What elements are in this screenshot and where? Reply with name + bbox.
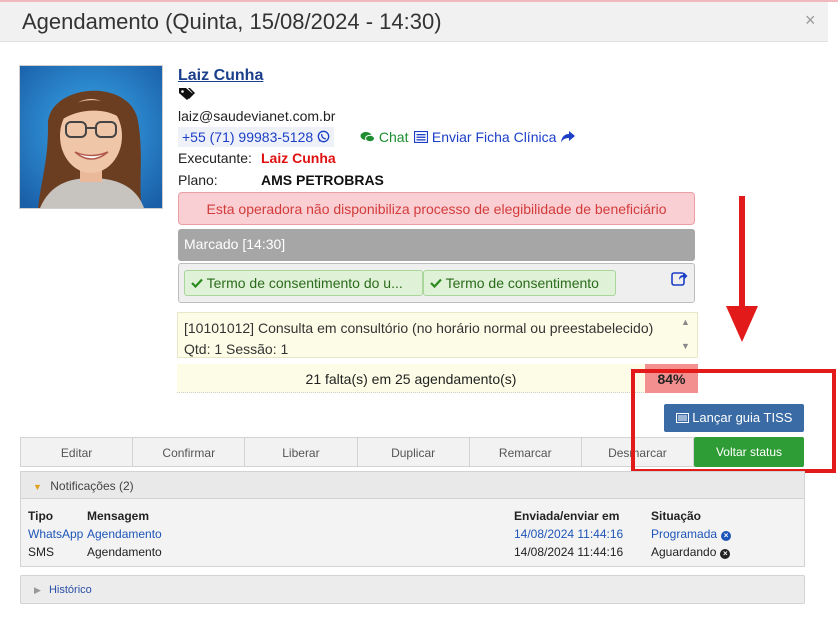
consent-terms-panel: Termo de consentimento do u... Termo de … (178, 263, 695, 303)
row2-tipo: SMS (28, 545, 55, 559)
remarcar-button[interactable]: Remarcar (470, 438, 582, 466)
tags-icon[interactable] (178, 87, 196, 106)
caret-down-icon: ▼ (33, 482, 42, 492)
patient-email: laiz@saudevianet.com.br (178, 108, 336, 124)
col-tipo: Tipo (28, 509, 54, 523)
row1-situacao: Programada × (651, 527, 732, 541)
scroll-up-icon[interactable]: ▲ (681, 317, 690, 327)
duplicar-button[interactable]: Duplicar (358, 438, 470, 466)
modal-header: Agendamento (Quinta, 15/08/2024 - 14:30)… (0, 2, 828, 42)
row2-enviada: 14/08/2024 11:44:16 (514, 545, 624, 559)
list-icon (413, 129, 432, 145)
col-mensagem: Mensagem (87, 509, 150, 523)
attendance-text: 21 falta(s) em 25 agendamento(s) (305, 371, 517, 387)
history-title[interactable]: Histórico (49, 584, 92, 596)
procedure-box: [10101012] Consulta em consultório (no h… (177, 312, 698, 358)
term-consent-button-1[interactable]: Termo de consentimento do u... (184, 270, 423, 296)
chat-icon (360, 129, 379, 145)
plano-label: Plano: (178, 172, 218, 188)
term-label: Termo de consentimento do u... (206, 275, 403, 291)
executante-label: Executante: (178, 150, 252, 166)
external-link-icon[interactable] (671, 270, 688, 291)
attendance-summary: 21 falta(s) em 25 agendamento(s) 84% (177, 364, 698, 393)
chat-link[interactable]: Chat (360, 129, 408, 145)
phone-number[interactable]: +55 (71) 99983-5128 (182, 129, 313, 145)
confirmar-button[interactable]: Confirmar (133, 438, 246, 466)
check-icon (191, 275, 207, 291)
close-icon[interactable]: × (805, 10, 816, 31)
x-circle-icon[interactable]: × (720, 549, 731, 559)
executante-value: Laiz Cunha (261, 150, 336, 166)
eligibility-alert: Esta operadora não disponibiliza process… (178, 192, 695, 225)
procedure-text: [10101012] Consulta em consultório (no h… (184, 320, 654, 357)
patient-name-link[interactable]: Laiz Cunha (178, 67, 263, 85)
editar-button[interactable]: Editar (21, 438, 134, 466)
status-bar: Marcado [14:30] (178, 229, 695, 261)
row2-situacao: Aguardando × (651, 545, 731, 559)
ficha-label[interactable]: Enviar Ficha Clínica (432, 129, 557, 145)
row1-enviada: 14/08/2024 11:44:16 (514, 527, 624, 541)
notifications-title[interactable]: Notificações (2) (50, 479, 133, 493)
modal-title: Agendamento (Quinta, 15/08/2024 - 14:30) (22, 9, 442, 34)
liberar-button[interactable]: Liberar (245, 438, 358, 466)
plano-value: AMS PETROBRAS (261, 172, 384, 188)
ficha-link[interactable]: Enviar Ficha Clínica (413, 129, 576, 145)
term-label: Termo de consentimento (445, 275, 599, 291)
row2-situacao-text: Aguardando (651, 545, 717, 559)
history-panel[interactable]: ▶ Histórico (20, 575, 805, 604)
x-circle-icon[interactable]: × (721, 531, 732, 541)
annotation-highlight-box (631, 369, 836, 473)
check-icon (430, 275, 446, 291)
row2-mensagem: Agendamento (87, 545, 162, 559)
whatsapp-icon[interactable] (317, 129, 330, 145)
col-enviada: Enviada/enviar em (514, 509, 620, 523)
share-icon[interactable] (560, 129, 576, 145)
notifications-header[interactable]: ▼ Notificações (2) (21, 472, 804, 499)
caret-right-icon: ▶ (34, 585, 41, 595)
term-consent-button-2[interactable]: Termo de consentimento (423, 270, 616, 296)
avatar (19, 65, 163, 209)
col-situacao: Situação (651, 509, 702, 523)
scroll-down-icon[interactable]: ▼ (681, 341, 690, 351)
arrow-down-icon (722, 196, 762, 351)
row1-tipo[interactable]: WhatsApp (28, 527, 83, 541)
row1-mensagem[interactable]: Agendamento (87, 527, 162, 541)
chat-label[interactable]: Chat (379, 129, 409, 145)
row1-situacao-text: Programada (651, 527, 718, 541)
patient-phone[interactable]: +55 (71) 99983-5128 (178, 127, 335, 147)
action-toolbar: Editar Confirmar Liberar Duplicar Remarc… (20, 437, 694, 467)
notifications-panel: ▼ Notificações (2) Tipo Mensagem Enviada… (20, 471, 805, 567)
